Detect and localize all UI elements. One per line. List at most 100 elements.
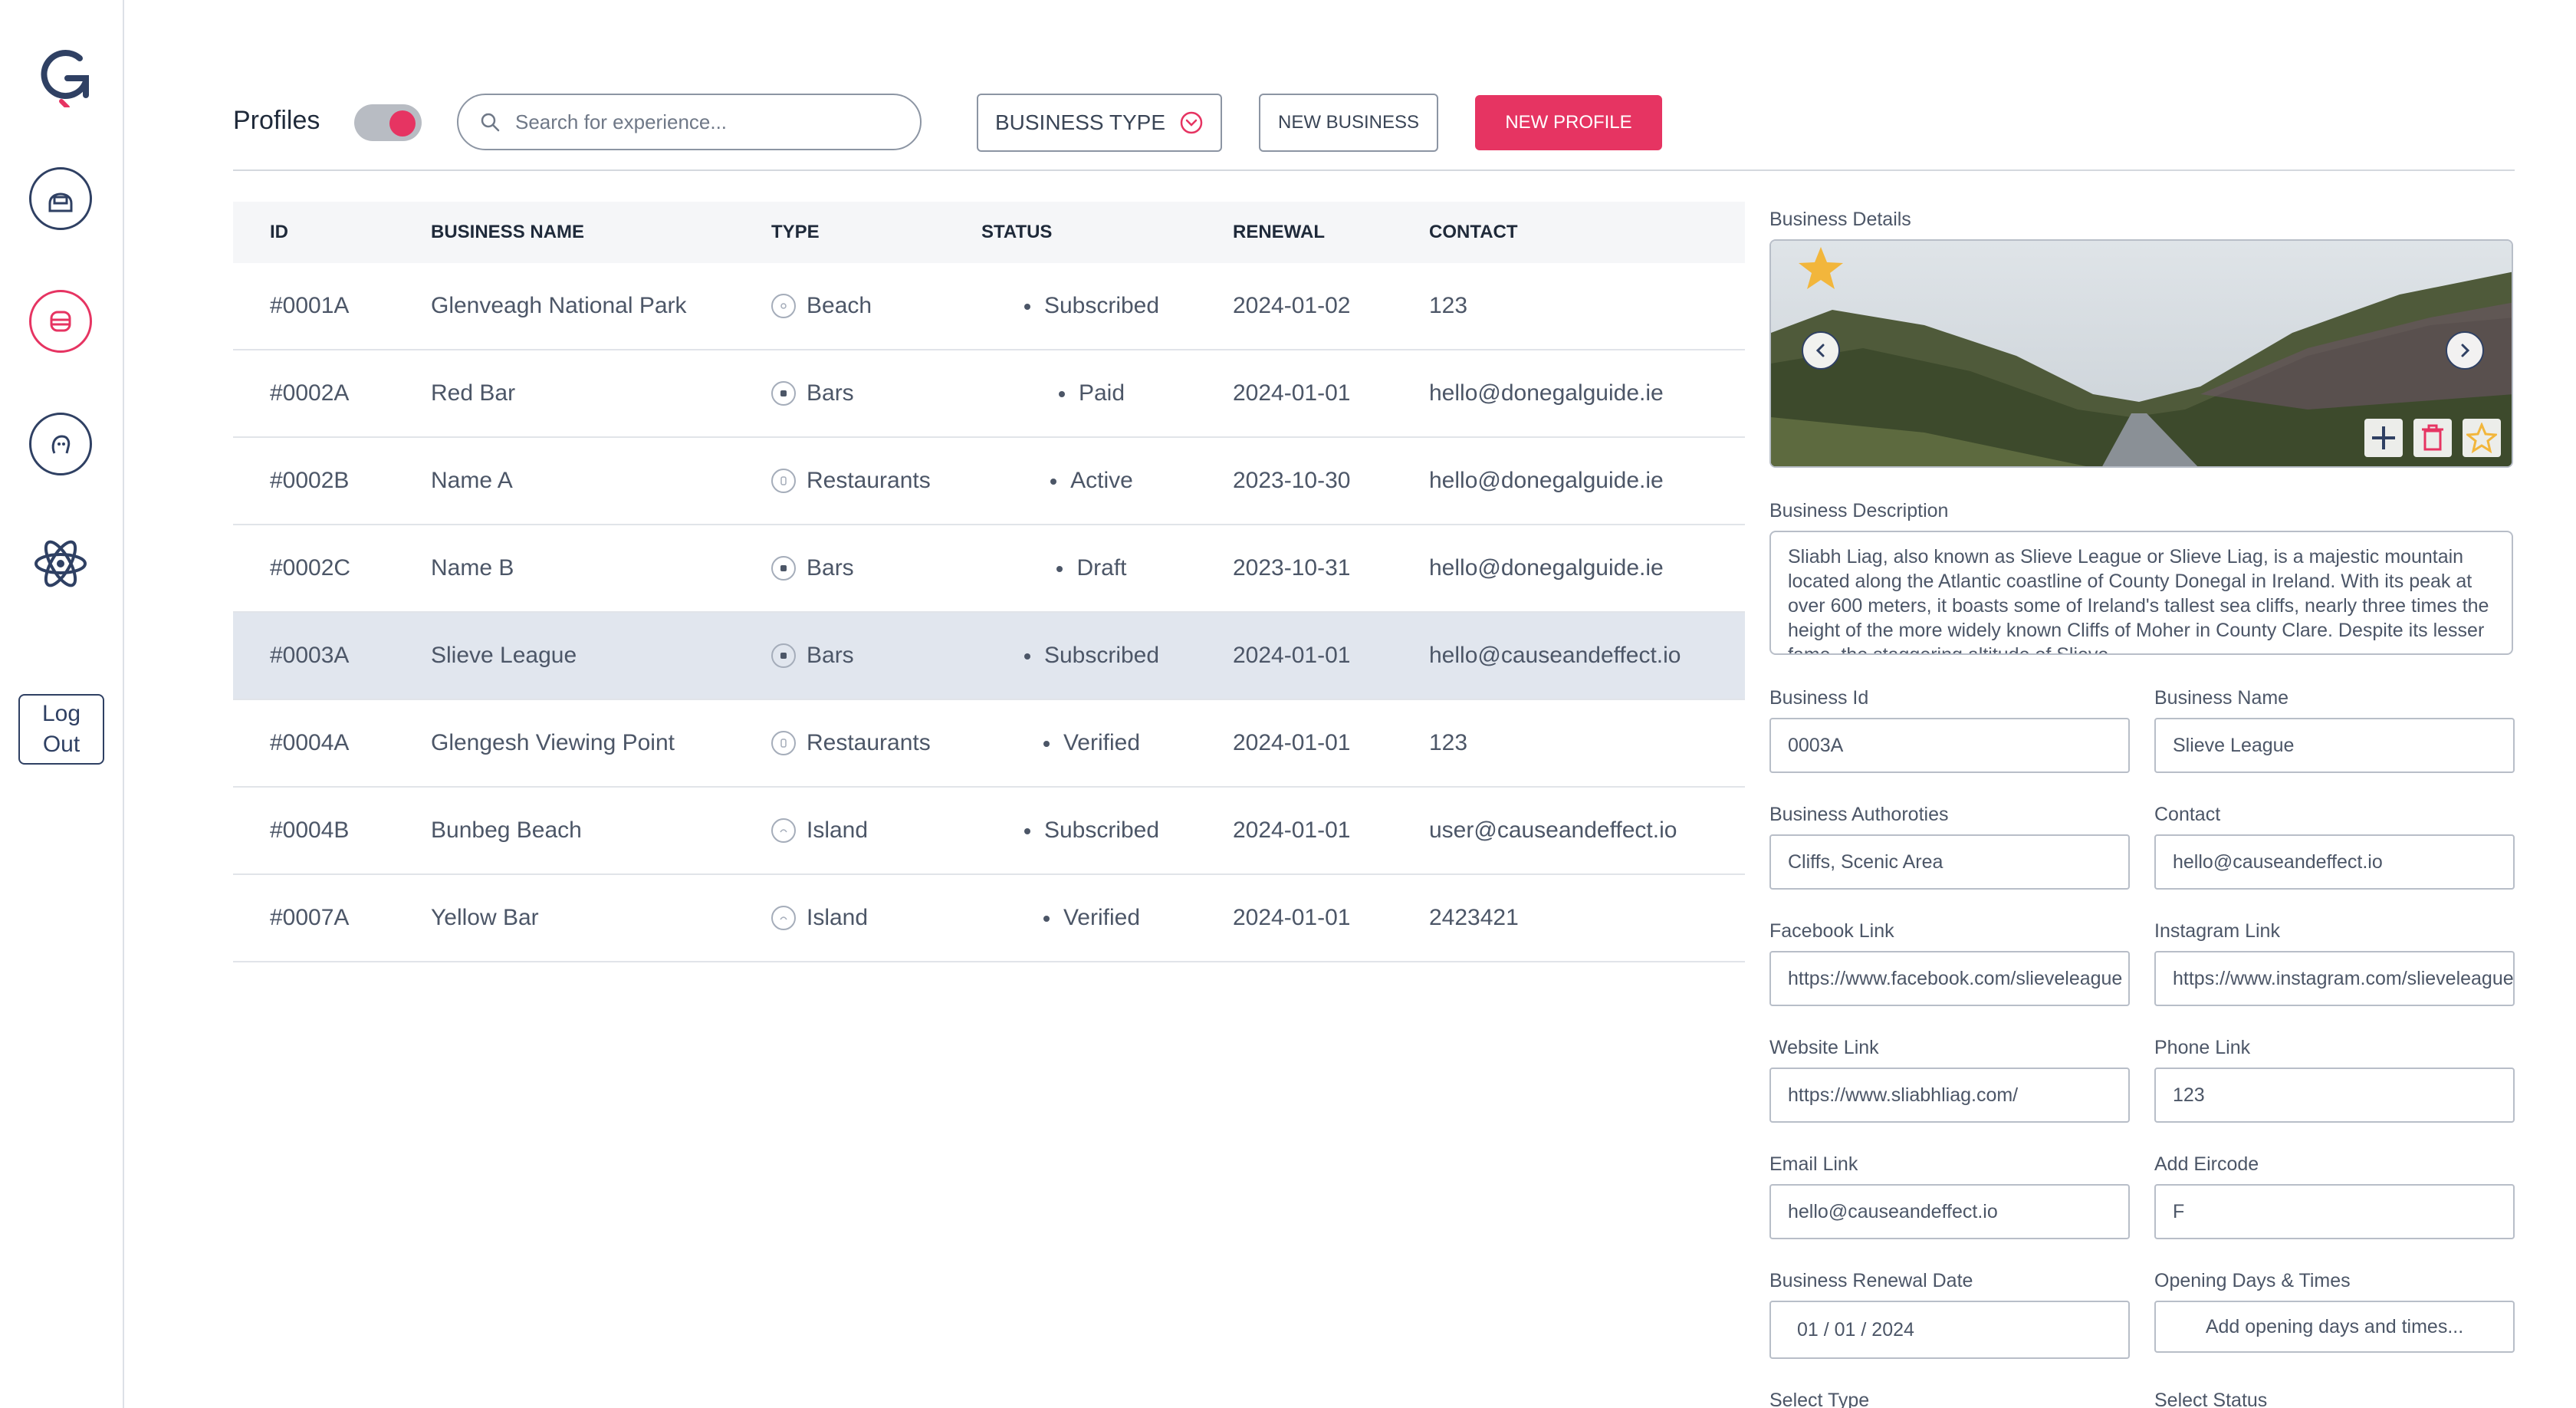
contact-input[interactable]: hello@causeandeffect.io [2154, 834, 2515, 890]
toggle-knob [389, 110, 416, 137]
featured-star-icon[interactable] [1794, 242, 1848, 296]
column-header-status[interactable]: STATUS [975, 222, 1208, 243]
column-header-type[interactable]: TYPE [734, 222, 975, 243]
cell-type: Bars [734, 380, 975, 406]
cell-business-name: Bunbeg Beach [431, 817, 582, 843]
business-type-dropdown[interactable]: BUSINESS TYPE [977, 94, 1222, 152]
nav-dining-button[interactable] [29, 290, 92, 353]
status-dot [1058, 391, 1065, 398]
search-input[interactable] [515, 110, 883, 134]
cell-renewal: 2024-01-01 [1233, 817, 1351, 843]
business-description-label: Business Description [1769, 500, 1949, 521]
business-name-input[interactable]: Slieve League [2154, 718, 2515, 773]
nav-helmet-button[interactable] [29, 167, 92, 230]
restaurants-type-icon [771, 469, 796, 493]
cell-status-label: Subscribed [1043, 293, 1160, 318]
cell-contact: hello@donegalguide.ie [1429, 555, 1664, 581]
table-row[interactable]: #0001A Glenveagh National Park Beach Subscr… [233, 263, 1745, 350]
search-bar[interactable] [457, 94, 922, 150]
cell-contact: 2423421 [1429, 905, 1519, 930]
phone-input[interactable]: 123 [2154, 1068, 2515, 1123]
cell-type: Restaurants [734, 730, 975, 756]
business-description-textarea[interactable]: Sliabh Liag, also known as Slieve League… [1769, 531, 2513, 655]
bars-type-icon [771, 643, 796, 668]
cell-id: #0002B [270, 468, 350, 493]
status-dot [1043, 741, 1050, 748]
app-logo[interactable] [40, 44, 94, 110]
delete-image-button[interactable] [2413, 419, 2452, 457]
business-details-label: Business Details [1769, 209, 1911, 230]
email-input[interactable]: hello@causeandeffect.io [1769, 1184, 2130, 1239]
new-business-button[interactable]: NEW BUSINESS [1259, 94, 1438, 152]
star-image-button[interactable] [2463, 419, 2501, 457]
table-row[interactable]: #0003A Slieve League Bars Subscribed 2024-01… [233, 613, 1745, 700]
carousel-prev-button[interactable] [1802, 331, 1840, 370]
table-row[interactable]: #0002A Red Bar Bars Paid 2024-01-01 hello@don… [233, 350, 1745, 438]
business-id-label: Business Id [1769, 687, 1869, 709]
profiles-toggle[interactable] [354, 104, 422, 141]
nav-atom-button[interactable] [29, 532, 92, 595]
cell-status-label: Paid [1078, 380, 1125, 406]
cell-type: Beach [734, 293, 975, 319]
business-type-label: BUSINESS TYPE [994, 110, 1165, 134]
table-row[interactable]: #0002C Name B Bars Draft 2023-10-31 hello@don… [233, 525, 1745, 613]
column-header-renewal[interactable]: RENEWAL [1208, 222, 1405, 243]
authorities-input[interactable]: Cliffs, Scenic Area [1769, 834, 2130, 890]
cell-id: #0007A [270, 905, 350, 930]
trash-icon [2422, 424, 2443, 451]
website-input[interactable]: https://www.sliabhliag.com/ [1769, 1068, 2130, 1123]
select-type-label: Select Type [1769, 1390, 1870, 1408]
column-header-id[interactable]: ID [233, 222, 394, 243]
add-image-button[interactable] [2364, 419, 2403, 457]
table-row[interactable]: #0004B Bunbeg Beach Island Subscribed 2024-0… [233, 788, 1745, 875]
cell-id: #0002A [270, 380, 350, 406]
email-label: Email Link [1769, 1153, 1858, 1175]
instagram-input[interactable]: https://www.instagram.com/slieveleague [2154, 951, 2515, 1006]
table-header: ID BUSINESS NAME TYPE STATUS RENEWAL CON… [233, 202, 1745, 263]
cell-id: #0004A [270, 730, 350, 755]
add-opening-times-button[interactable]: Add opening days and times... [2154, 1301, 2515, 1353]
cell-status: Active [975, 468, 1208, 494]
cell-renewal: 2023-10-30 [1233, 468, 1351, 493]
chevron-down-icon [1180, 111, 1203, 134]
eircode-input[interactable]: F [2154, 1184, 2515, 1239]
business-id-input[interactable]: 0003A [1769, 718, 2130, 773]
sidebar: Log Out [0, 0, 124, 1408]
page-title: Profiles [233, 106, 320, 135]
table-row[interactable]: #0004A Glengesh Viewing Point Restaurants V… [233, 700, 1745, 788]
table-row[interactable]: #0007A Yellow Bar Island Verified 2024-01-01… [233, 875, 1745, 962]
facebook-label: Facebook Link [1769, 920, 1894, 942]
cell-status: Subscribed [975, 643, 1208, 669]
new-profile-button[interactable]: NEW PROFILE [1475, 95, 1662, 150]
cell-id: #0003A [270, 643, 350, 668]
cell-type: Bars [734, 643, 975, 669]
cell-renewal: 2024-01-01 [1233, 380, 1351, 406]
carousel-next-button[interactable] [2446, 331, 2484, 370]
cell-id: #0004B [270, 817, 350, 843]
cell-business-name: Glengesh Viewing Point [431, 730, 675, 755]
cell-type-label: Island [807, 905, 869, 930]
nav-profile-button[interactable] [29, 413, 92, 475]
plus-icon [2372, 426, 2395, 449]
phone-label: Phone Link [2154, 1037, 2251, 1058]
cell-status-label: Subscribed [1043, 643, 1160, 668]
cell-renewal: 2024-01-01 [1233, 905, 1351, 930]
column-header-name[interactable]: BUSINESS NAME [394, 222, 734, 243]
logout-label-line2: Out [42, 732, 80, 757]
logout-button[interactable]: Log Out [18, 694, 104, 765]
column-header-contact[interactable]: CONTACT [1405, 222, 1745, 243]
cell-contact: 123 [1429, 293, 1468, 318]
cell-type: Island [734, 817, 975, 844]
cell-type-label: Restaurants [807, 468, 931, 493]
cell-business-name: Name B [431, 555, 514, 581]
facebook-input[interactable]: https://www.facebook.com/slieveleague [1769, 951, 2130, 1006]
cell-business-name: Glenveagh National Park [431, 293, 687, 318]
renewal-date-input[interactable]: 01 / 01 / 2024 [1769, 1301, 2130, 1359]
cell-business-name: Yellow Bar [431, 905, 539, 930]
cell-type: Restaurants [734, 468, 975, 494]
table-row[interactable]: #0002B Name A Restaurants Active 2023-10-30 h… [233, 438, 1745, 525]
cell-renewal: 2024-01-02 [1233, 293, 1351, 318]
cell-status: Verified [975, 730, 1208, 756]
header-divider [233, 169, 2515, 171]
status-dot [1024, 653, 1030, 660]
